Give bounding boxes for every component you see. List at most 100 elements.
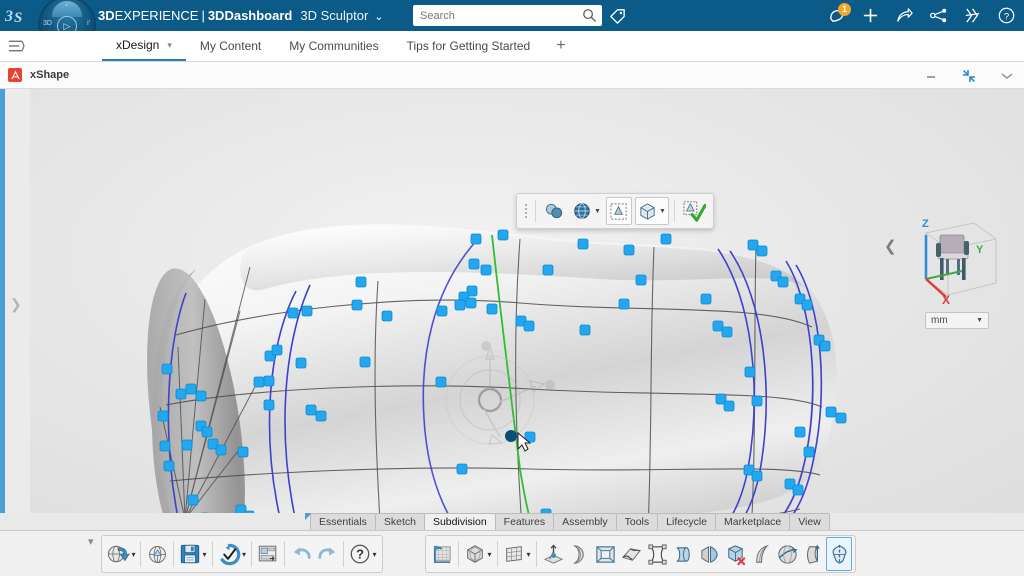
- chevron-down-icon[interactable]: ▾: [372, 550, 376, 559]
- globe-display-button[interactable]: ▼: [570, 197, 603, 225]
- tab-lifecycle[interactable]: Lifecycle: [657, 513, 716, 530]
- add-tab-button[interactable]: +: [544, 31, 577, 61]
- redo-button[interactable]: [314, 537, 340, 571]
- search-icon[interactable]: [582, 8, 597, 23]
- tab-xdesign-label: xDesign: [116, 38, 160, 52]
- compass-info-label[interactable]: i': [87, 20, 90, 27]
- chevron-down-icon[interactable]: ▼: [659, 208, 666, 215]
- drag-handle-icon[interactable]: [522, 200, 530, 222]
- toolbar-separator: [536, 541, 537, 567]
- tab-tips-label: Tips for Getting Started: [406, 39, 531, 53]
- units-dropdown[interactable]: mm ▼: [925, 312, 989, 329]
- context-toolbar[interactable]: ▼ ▼: [516, 193, 714, 229]
- loft-button[interactable]: [800, 537, 826, 571]
- wrap-button[interactable]: [774, 537, 800, 571]
- toolbar-separator: [251, 541, 252, 567]
- subdivision-toolbar: ▾ ▾: [425, 535, 856, 573]
- tab-marketplace[interactable]: Marketplace: [715, 513, 791, 530]
- tab-subdivision[interactable]: Subdivision: [423, 513, 496, 530]
- chevron-down-icon[interactable]: ▾: [526, 550, 530, 559]
- dashboard-tabs: xDesign ▾ My Content My Communities Tips…: [102, 31, 578, 61]
- action-bar: ▾ ▾ ▾ ▾ ? ▾ ▾ ▾: [0, 530, 1024, 576]
- notifications-icon[interactable]: 1: [826, 2, 851, 26]
- window-arrange-button[interactable]: [255, 537, 281, 571]
- tab-sketch[interactable]: Sketch: [374, 513, 425, 530]
- toolbar-separator: [535, 200, 536, 222]
- 3d-viewport[interactable]: ❯ ❮ ▼ ▼ Z Y X mm ▼: [0, 89, 1024, 513]
- chevron-down-icon[interactable]: ▼: [976, 317, 983, 324]
- symmetry-button[interactable]: [826, 537, 852, 571]
- primitive-shape-button[interactable]: ▾: [462, 537, 494, 571]
- share-arrow-icon[interactable]: [894, 6, 914, 26]
- dassault-systemes-logo-icon[interactable]: 3S: [0, 0, 34, 31]
- save-button[interactable]: ▾: [177, 537, 209, 571]
- tab-features[interactable]: Features: [494, 513, 555, 530]
- open-from-3dspace-button[interactable]: ▾: [105, 537, 137, 571]
- brand-3d: 3D: [98, 8, 115, 23]
- cube-mode-button[interactable]: ▼: [634, 197, 669, 225]
- stretch-button[interactable]: [644, 537, 670, 571]
- undo-button[interactable]: [288, 537, 314, 571]
- xshape-app-icon: [8, 68, 22, 82]
- extrude-face-button[interactable]: [670, 537, 696, 571]
- hamburger-menu-icon[interactable]: [0, 31, 32, 61]
- tab-assembly[interactable]: Assembly: [553, 513, 617, 530]
- tab-view[interactable]: View: [789, 513, 830, 530]
- compass-north-segment[interactable]: ՙ: [52, 1, 82, 17]
- svg-text:3: 3: [5, 8, 13, 25]
- chevron-down-icon[interactable]: ▼: [594, 208, 601, 215]
- two-spheres-icon[interactable]: [541, 197, 567, 225]
- top-bar-icon-group: 1 ?: [826, 0, 1016, 31]
- marquee-select-icon[interactable]: [605, 197, 632, 225]
- sweep-button[interactable]: [748, 537, 774, 571]
- chevron-down-icon[interactable]: ▾: [88, 535, 94, 548]
- brand-experience: EXPERIENCE: [114, 8, 199, 23]
- minimize-button[interactable]: [922, 67, 940, 85]
- chevron-down-icon[interactable]: ▾: [202, 550, 206, 559]
- app-selector-caret-icon[interactable]: ⌄: [374, 10, 383, 23]
- search-input[interactable]: [413, 5, 602, 26]
- delete-face-button[interactable]: [722, 537, 748, 571]
- chevron-down-icon[interactable]: ▾: [242, 550, 246, 559]
- communities-icon[interactable]: [962, 6, 982, 26]
- tab-tips-for-getting-started[interactable]: Tips for Getting Started: [393, 31, 545, 61]
- more-options-button[interactable]: [998, 67, 1016, 85]
- tab-xdesign[interactable]: xDesign ▾: [102, 31, 186, 61]
- tab-my-communities[interactable]: My Communities: [275, 31, 392, 61]
- tab-my-content[interactable]: My Content: [186, 31, 275, 61]
- save-to-3dspace-button[interactable]: [144, 537, 170, 571]
- global-search[interactable]: [413, 5, 602, 26]
- tab-tools[interactable]: Tools: [615, 513, 659, 530]
- toolbar-separator: [458, 541, 459, 567]
- chevron-down-icon[interactable]: ▾: [131, 550, 135, 559]
- restore-button[interactable]: [960, 67, 978, 85]
- social-share-icon[interactable]: [928, 6, 948, 26]
- chevron-down-icon[interactable]: ▾: [487, 550, 491, 559]
- mirror-button[interactable]: [696, 537, 722, 571]
- tab-my-communities-label: My Communities: [289, 39, 379, 53]
- tab-xdesign-caret-icon[interactable]: ▾: [167, 40, 172, 51]
- apply-check-icon[interactable]: [680, 197, 708, 225]
- tab-essentials[interactable]: Essentials: [310, 513, 376, 530]
- plane-grid-button[interactable]: ▾: [501, 537, 533, 571]
- selected-control-point[interactable]: [505, 430, 517, 442]
- transform-button[interactable]: [540, 537, 566, 571]
- app-window-header: xShape: [0, 62, 1024, 89]
- help-icon[interactable]: ?: [996, 6, 1016, 26]
- bend-button[interactable]: [566, 537, 592, 571]
- add-icon[interactable]: [860, 6, 880, 26]
- svg-text:?: ?: [1003, 11, 1008, 22]
- view-orientation-cube[interactable]: Z Y X: [900, 205, 1004, 305]
- toolbar-separator: [173, 541, 174, 567]
- app-selector-label[interactable]: 3D Sculptor: [300, 8, 368, 23]
- crease-button[interactable]: [618, 537, 644, 571]
- update-button[interactable]: ▾: [216, 537, 248, 571]
- ribbon-tabs: Essentials Sketch Subdivision Features A…: [310, 513, 830, 530]
- tag-icon[interactable]: [608, 6, 627, 25]
- subdivision-surface-model[interactable]: [0, 89, 1024, 513]
- help-button[interactable]: ? ▾: [347, 537, 379, 571]
- frame-button[interactable]: [592, 537, 618, 571]
- window-controls: [922, 62, 1016, 89]
- compass-3d-label[interactable]: 3D: [43, 20, 52, 27]
- start-subdivision-button[interactable]: [429, 537, 455, 571]
